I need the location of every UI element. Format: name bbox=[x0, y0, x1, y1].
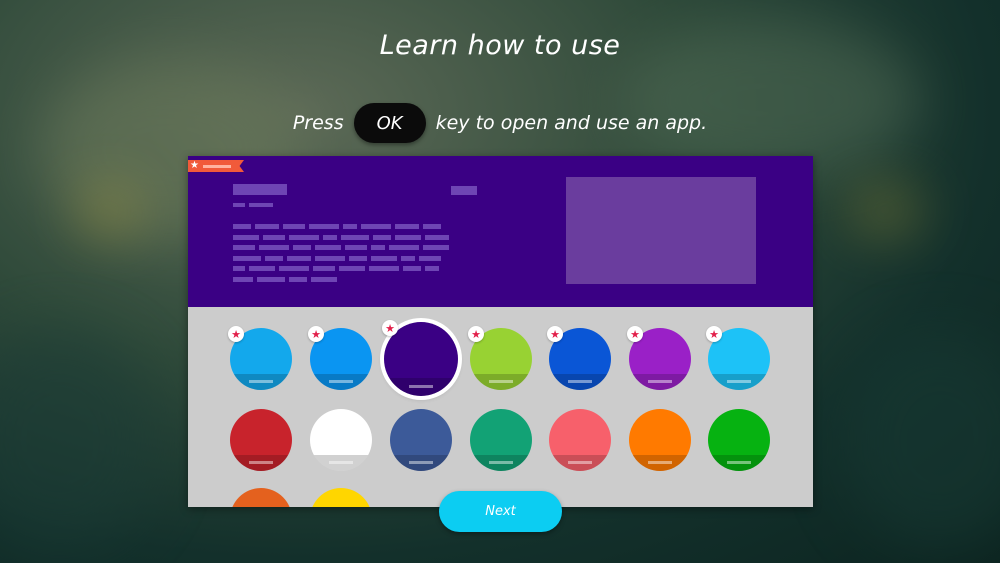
placeholder-text-line bbox=[349, 255, 367, 261]
app-tile-label-placeholder bbox=[409, 461, 433, 464]
placeholder-text-line bbox=[419, 255, 441, 261]
star-icon: ★ bbox=[228, 326, 244, 342]
app-tile-label-placeholder bbox=[249, 380, 273, 383]
placeholder-tag bbox=[451, 186, 477, 195]
app-tile-label-placeholder bbox=[329, 461, 353, 464]
placeholder-text-line bbox=[233, 276, 253, 282]
app-tile[interactable] bbox=[230, 488, 292, 507]
star-icon: ★ bbox=[190, 160, 199, 171]
placeholder-text-line bbox=[249, 266, 275, 271]
app-tile-label-placeholder bbox=[648, 380, 672, 383]
placeholder-text-line bbox=[425, 234, 449, 240]
app-tile[interactable] bbox=[708, 409, 770, 471]
placeholder-text-line bbox=[361, 224, 391, 229]
app-tile[interactable] bbox=[310, 409, 372, 471]
placeholder-text-line bbox=[311, 276, 337, 282]
instruction-suffix: key to open and use an app. bbox=[435, 112, 708, 134]
placeholder-text-line bbox=[315, 255, 345, 261]
placeholder-text-line bbox=[293, 245, 311, 250]
placeholder-subtitle bbox=[249, 203, 273, 207]
app-tile[interactable] bbox=[390, 409, 452, 471]
placeholder-text-line bbox=[395, 224, 419, 229]
placeholder-text-line bbox=[395, 234, 421, 240]
placeholder-text-line bbox=[323, 234, 337, 240]
placeholder-text-line bbox=[279, 266, 309, 271]
placeholder-text-line bbox=[313, 266, 335, 271]
star-icon: ★ bbox=[382, 320, 398, 336]
placeholder-text-line bbox=[389, 245, 419, 250]
placeholder-title bbox=[233, 184, 287, 195]
star-icon: ★ bbox=[308, 326, 324, 342]
placeholder-text-line bbox=[403, 266, 421, 271]
placeholder-text-line bbox=[371, 255, 397, 261]
app-tile-label-placeholder bbox=[568, 461, 592, 464]
placeholder-text-line bbox=[371, 245, 385, 250]
placeholder-text-line bbox=[257, 276, 285, 282]
placeholder-text-line bbox=[309, 224, 339, 229]
app-tile[interactable] bbox=[470, 409, 532, 471]
app-tile-label-placeholder bbox=[727, 380, 751, 383]
page-title: Learn how to use bbox=[379, 30, 621, 61]
instruction-prefix: Press bbox=[292, 112, 344, 134]
star-icon: ★ bbox=[468, 326, 484, 342]
placeholder-text-line bbox=[345, 245, 367, 250]
placeholder-screenshot bbox=[566, 177, 756, 284]
star-icon: ★ bbox=[547, 326, 563, 342]
star-icon: ★ bbox=[627, 326, 643, 342]
placeholder-text-line bbox=[255, 224, 279, 229]
placeholder-text-line bbox=[289, 234, 319, 240]
placeholder-text-line bbox=[283, 224, 305, 229]
app-tile-label-placeholder bbox=[249, 461, 273, 464]
placeholder-text-line bbox=[233, 245, 255, 250]
placeholder-text-line bbox=[341, 234, 369, 240]
app-store-preview: ★ ★ ★ ★ ★ ★ ★ ★ bbox=[188, 156, 813, 507]
placeholder-text-line bbox=[287, 255, 311, 261]
placeholder-text-line bbox=[259, 245, 289, 250]
star-icon: ★ bbox=[706, 326, 722, 342]
ok-key-label: OK bbox=[353, 103, 426, 143]
app-tile-label-placeholder bbox=[409, 385, 433, 388]
placeholder-text-line bbox=[263, 234, 285, 240]
placeholder-text-line bbox=[233, 234, 259, 240]
app-tile[interactable] bbox=[310, 488, 372, 507]
app-tile-label-placeholder bbox=[489, 461, 513, 464]
app-tile-label-placeholder bbox=[727, 461, 751, 464]
app-tile-label-placeholder bbox=[329, 380, 353, 383]
placeholder-text-line bbox=[339, 266, 365, 271]
placeholder-text-line bbox=[423, 245, 449, 250]
placeholder-text-line bbox=[369, 266, 399, 271]
app-tile[interactable] bbox=[629, 409, 691, 471]
placeholder-subtitle bbox=[233, 203, 245, 207]
app-tile-label-placeholder bbox=[648, 461, 672, 464]
app-tile[interactable] bbox=[230, 409, 292, 471]
placeholder-text-line bbox=[265, 255, 283, 261]
placeholder-text-line bbox=[423, 224, 441, 229]
placeholder-text-line bbox=[343, 224, 357, 229]
placeholder-text-line bbox=[401, 255, 415, 261]
star-ribbon-icon: ★ bbox=[188, 160, 244, 172]
app-tile-label-placeholder bbox=[568, 380, 592, 383]
placeholder-text-line bbox=[373, 234, 391, 240]
placeholder-text-line bbox=[289, 276, 307, 282]
app-tile[interactable] bbox=[549, 409, 611, 471]
app-tile-label-placeholder bbox=[489, 380, 513, 383]
placeholder-text-line bbox=[233, 224, 251, 229]
featured-app-banner: ★ bbox=[188, 156, 813, 307]
placeholder-text-line bbox=[425, 266, 439, 271]
placeholder-text-line bbox=[233, 266, 245, 271]
instruction: Press OK key to open and use an app. bbox=[0, 103, 1000, 143]
next-button[interactable]: Next bbox=[439, 491, 562, 532]
placeholder-text-line bbox=[233, 255, 261, 261]
placeholder-text-line bbox=[315, 245, 341, 250]
